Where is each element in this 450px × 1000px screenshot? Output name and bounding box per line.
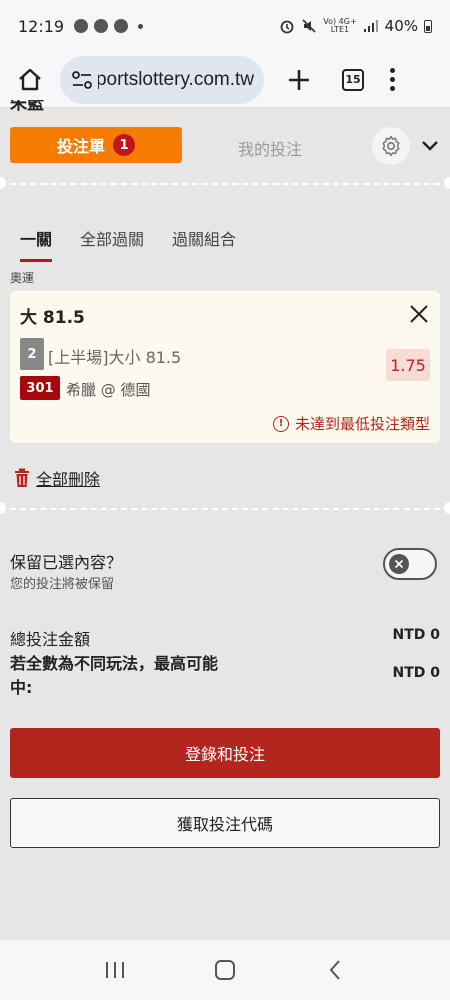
category-label: 奧運	[10, 271, 35, 285]
status-app-icons	[74, 19, 144, 33]
minimum-bet-warning: ! 未達到最低投注類型	[272, 413, 430, 434]
keep-selections-title: 保留已選內容？	[10, 553, 123, 572]
bet-type-tabs: 一關 全部過關 過關組合	[20, 226, 236, 262]
status-time: 12:19	[18, 16, 65, 36]
plus-icon	[289, 69, 309, 90]
delete-all-button[interactable]: 全部刪除	[14, 466, 100, 490]
chrome-icon	[74, 19, 89, 33]
mute-icon	[302, 19, 316, 33]
tab-all-parlay[interactable]: 全部過關	[80, 226, 144, 258]
tab-switcher-button[interactable]: 15	[342, 68, 364, 91]
collapse-button[interactable]	[420, 136, 440, 156]
trash-icon	[15, 468, 29, 487]
toggle-off-x-icon	[394, 559, 404, 569]
site-settings-icon[interactable]	[70, 68, 94, 92]
delete-all-label: 全部刪除	[36, 470, 101, 489]
system-navigation-bar	[0, 940, 450, 1000]
login-and-bet-button[interactable]: 登錄和投注	[10, 728, 440, 778]
odds-value: 1.75	[386, 349, 430, 381]
home-icon	[19, 68, 41, 90]
status-bar: 12:19 Vo) 4G+ LTE1 40%	[0, 0, 450, 52]
line-icon	[114, 19, 129, 33]
cutoff-section-header: 朱籃	[10, 100, 44, 112]
warning-text: 未達到最低投注類型	[294, 415, 430, 433]
more-notifications-icon	[138, 23, 144, 29]
browser-toolbar: sportslottery.com.tw 15	[0, 52, 450, 108]
market-name: [上半場]大小 81.5	[48, 348, 182, 367]
chrome-icon	[94, 19, 109, 33]
remove-selection-button[interactable]	[408, 303, 430, 325]
home-nav-button[interactable]	[205, 950, 245, 990]
match-number-badge: 301	[20, 376, 60, 400]
betslip-header: 投注單 1 我的投注	[0, 118, 450, 178]
close-icon	[410, 305, 428, 323]
back-button[interactable]	[315, 950, 355, 990]
alarm-icon	[280, 20, 294, 34]
tab-my-bets[interactable]: 我的投注	[238, 136, 302, 160]
settings-button[interactable]	[372, 127, 410, 165]
status-right: Vo) 4G+ LTE1 40%	[279, 17, 432, 35]
network-type: Vo) 4G+ LTE1	[323, 18, 356, 34]
tab-betslip[interactable]: 投注單 1	[10, 127, 182, 163]
alert-icon: !	[272, 415, 289, 432]
match-name: 希臘 @ 德國	[66, 381, 151, 399]
max-win-label: 若全數為不同玩法，最高可能中:	[10, 654, 219, 697]
recent-apps-icon	[106, 962, 124, 978]
url-text: sportslottery.com.tw	[98, 68, 254, 90]
max-win-value: NTD 0	[392, 665, 440, 681]
browser-menu-button[interactable]	[390, 68, 395, 91]
address-bar[interactable]: sportslottery.com.tw	[60, 55, 264, 104]
home-nav-icon	[215, 960, 235, 980]
divider	[0, 508, 450, 510]
signal-icon	[363, 20, 378, 32]
divider	[0, 183, 450, 185]
selection-title: 大 81.5	[20, 308, 85, 328]
menu-dot-icon	[390, 77, 395, 82]
battery-percent: 40%	[384, 17, 418, 35]
new-tab-button[interactable]	[284, 65, 314, 95]
battery-icon	[424, 19, 432, 33]
selection-card: 大 81.5 2 [上半場]大小 81.5 301 希臘 @ 德國 1.75 !…	[10, 291, 440, 443]
total-stake-label: 總投注金額	[10, 630, 91, 649]
divider-notch	[0, 177, 6, 189]
get-bet-code-button[interactable]: 獲取投注代碼	[10, 798, 440, 848]
market-number-badge: 2	[20, 338, 44, 370]
betslip-count-badge: 1	[113, 134, 135, 156]
divider-notch	[444, 502, 450, 514]
keep-selections-toggle[interactable]	[383, 548, 437, 580]
menu-dot-icon	[390, 68, 395, 73]
total-stake-value: NTD 0	[392, 627, 440, 643]
home-button[interactable]	[12, 62, 48, 98]
divider-notch	[444, 177, 450, 189]
tab-betslip-label: 投注單	[56, 137, 105, 156]
chevron-down-icon	[422, 141, 438, 151]
recent-apps-button[interactable]	[95, 950, 135, 990]
network-bottom: LTE1	[330, 25, 350, 34]
gear-icon	[382, 135, 400, 157]
tab-single[interactable]: 一關	[20, 226, 53, 262]
keep-selections-subtitle: 您的投注將被保留	[10, 577, 115, 592]
divider-notch	[0, 502, 6, 514]
toggle-knob	[389, 554, 409, 574]
tab-parlay-combo[interactable]: 過關組合	[172, 226, 236, 258]
back-icon	[329, 960, 340, 980]
menu-dot-icon	[390, 86, 395, 91]
